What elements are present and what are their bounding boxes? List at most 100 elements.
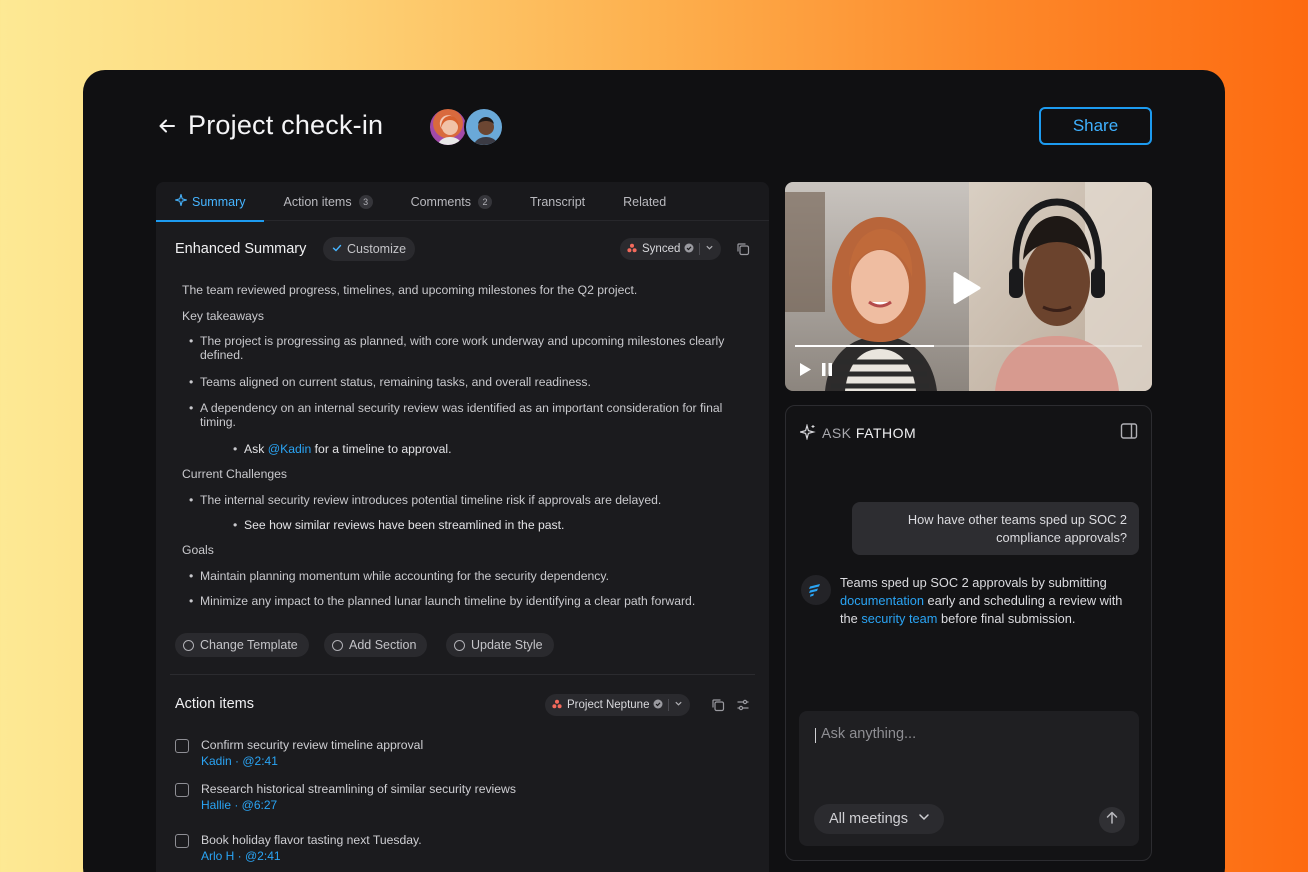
chevron-down-icon <box>674 699 683 711</box>
pause-icon[interactable] <box>821 362 833 382</box>
chevron-down-icon <box>705 243 714 255</box>
action-item-text: Confirm security review timeline approva… <box>201 738 424 752</box>
send-button[interactable] <box>1099 807 1125 833</box>
divider <box>699 243 701 255</box>
sparkle-icon <box>173 192 189 209</box>
play-icon[interactable] <box>799 362 812 382</box>
sub-bullet-text: Ask <box>244 442 265 456</box>
video-progress-bar[interactable] <box>795 345 1142 347</box>
project-dropdown[interactable]: Project Neptune <box>545 694 691 716</box>
takeaway-bullet: The project is progressing as planned, w… <box>189 334 740 362</box>
documentation-link[interactable]: documentation <box>840 593 924 608</box>
mention-link[interactable]: @Kadin <box>268 442 312 456</box>
action-items-title: Action items <box>175 696 254 712</box>
asana-icon <box>627 243 637 256</box>
tab-label: Comments <box>410 194 472 209</box>
settings-sliders-icon[interactable] <box>734 696 752 714</box>
checkbox[interactable] <box>175 783 189 797</box>
message-text: before final submission. <box>941 611 1076 626</box>
sync-status-dropdown[interactable]: Synced <box>620 238 722 260</box>
button-label: Add Section <box>349 638 417 652</box>
checkbox[interactable] <box>175 739 189 753</box>
ask-input-box[interactable]: Ask anything... All meetings <box>799 711 1139 846</box>
share-button[interactable]: Share <box>1039 107 1152 145</box>
customize-button[interactable]: Customize <box>323 237 416 261</box>
count-badge: 3 <box>358 194 373 209</box>
fathom-logo-icon <box>801 575 831 605</box>
section-title: Enhanced Summary <box>175 241 307 257</box>
tab-label: Transcript <box>530 194 586 209</box>
security-team-link[interactable]: security team <box>861 611 937 626</box>
sub-bullet-text: for a timeline to approval. <box>314 442 452 456</box>
button-label: Update Style <box>471 638 543 652</box>
copy-icon[interactable] <box>734 240 752 258</box>
message-text: Teams sped up SOC 2 approvals by submitt… <box>840 575 1107 590</box>
tab-related[interactable]: Related <box>604 182 685 221</box>
synced-label: Synced <box>642 243 681 255</box>
chevron-down-icon <box>918 811 930 827</box>
verified-icon <box>653 699 663 712</box>
progress-fill <box>795 345 934 347</box>
sub-bullet: Ask @Kadin for a timeline to approval. <box>233 442 644 456</box>
check-icon <box>332 242 342 256</box>
tab-label: Related <box>623 194 667 209</box>
tab-label: Summary <box>192 194 246 209</box>
action-item-meta[interactable]: Hallie · @6:27 <box>201 798 277 812</box>
play-icon[interactable] <box>952 271 982 310</box>
video-player[interactable] <box>785 182 1152 391</box>
page-title: Project check-in <box>188 110 384 140</box>
avatar[interactable] <box>428 107 468 147</box>
tab-transcript[interactable]: Transcript <box>511 182 604 221</box>
key-takeaways-heading: Key takeaways <box>182 309 264 323</box>
title-prefix: ASK <box>822 425 852 441</box>
action-item-text: Research historical streamlining of simi… <box>201 782 516 796</box>
project-label: Project Neptune <box>567 699 650 711</box>
goal-bullet: Minimize any impact to the planned lunar… <box>189 594 750 608</box>
count-badge: 2 <box>478 194 493 209</box>
title-brand: FATHOM <box>855 425 917 441</box>
takeaway-bullet: A dependency on an internal security rev… <box>189 401 750 429</box>
user-message: How have other teams sped up SOC 2 compl… <box>852 502 1139 555</box>
customize-label: Customize <box>347 242 407 256</box>
ask-fathom-title: ASK FATHOM <box>822 425 916 441</box>
challenges-heading: Current Challenges <box>182 467 288 481</box>
goals-heading: Goals <box>182 543 214 557</box>
divider <box>668 699 670 711</box>
circle-icon <box>332 639 343 651</box>
action-item-text: Book holiday flavor tasting next Tuesday… <box>201 833 422 847</box>
tab-label: Action items <box>283 194 352 209</box>
summary-panel: Summary Action items 3 Comments 2 Transc… <box>156 182 769 872</box>
assistant-message: Teams sped up SOC 2 approvals by submitt… <box>840 574 1130 628</box>
challenge-bullet: The internal security review introduces … <box>189 493 740 507</box>
takeaway-bullet: Teams aligned on current status, remaini… <box>189 375 740 389</box>
tab-summary[interactable]: Summary <box>156 182 265 222</box>
checkbox[interactable] <box>175 834 189 848</box>
tab-bar: Summary Action items 3 Comments 2 Transc… <box>156 182 769 222</box>
action-item-meta[interactable]: Kadin · @2:41 <box>201 754 278 768</box>
update-style-button[interactable]: Update Style <box>446 633 554 657</box>
tab-action-items[interactable]: Action items 3 <box>264 182 391 221</box>
avatar[interactable] <box>464 107 504 147</box>
scope-label: All meetings <box>829 811 908 827</box>
verified-icon <box>684 243 694 256</box>
meeting-scope-dropdown[interactable]: All meetings <box>814 804 944 834</box>
ask-fathom-panel: ASK FATHOM How have other teams sped up … <box>785 405 1152 861</box>
action-item-meta[interactable]: Arlo H · @2:41 <box>201 849 281 863</box>
app-window: Project check-in Share Summary Action it… <box>83 70 1225 872</box>
copy-icon[interactable] <box>709 696 727 714</box>
back-arrow-icon[interactable] <box>155 114 179 138</box>
circle-icon <box>454 639 465 651</box>
tab-comments[interactable]: Comments 2 <box>392 182 511 221</box>
change-template-button[interactable]: Change Template <box>175 633 309 657</box>
goal-bullet: Maintain planning momentum while account… <box>189 569 740 583</box>
asana-icon <box>552 699 562 712</box>
participant-avatars <box>428 107 504 147</box>
ask-input-placeholder[interactable]: Ask anything... <box>821 726 916 742</box>
circle-icon <box>183 639 194 651</box>
sub-bullet: See how similar reviews have been stream… <box>233 518 694 532</box>
arrow-up-icon <box>1106 811 1118 829</box>
add-section-button[interactable]: Add Section <box>324 633 428 657</box>
button-label: Change Template <box>200 638 298 652</box>
summary-intro: The team reviewed progress, timelines, a… <box>182 283 638 297</box>
sidebar-toggle-icon[interactable] <box>1120 422 1138 445</box>
